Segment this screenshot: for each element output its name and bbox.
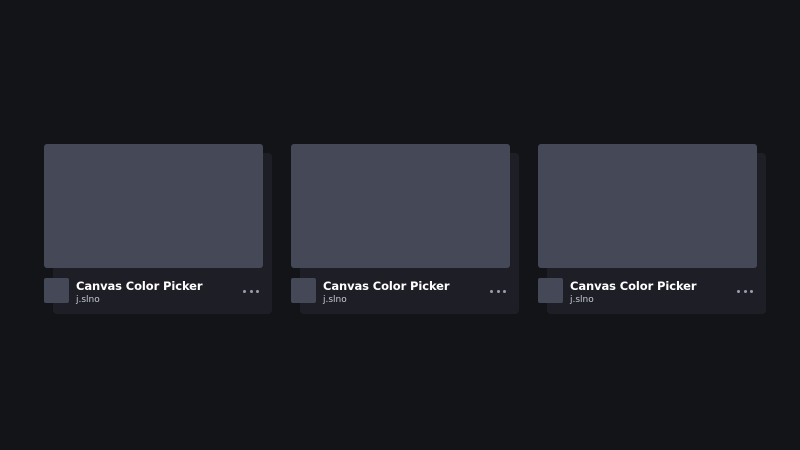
avatar[interactable] <box>291 278 316 303</box>
pen-preview[interactable] <box>291 144 510 268</box>
pen-title[interactable]: Canvas Color Picker <box>76 279 203 293</box>
more-dots-icon[interactable] <box>737 285 753 297</box>
pen-meta: Canvas Color Picker j.slno <box>44 278 263 308</box>
more-dots-icon[interactable] <box>490 285 506 297</box>
pen-meta: Canvas Color Picker j.slno <box>538 278 757 308</box>
pen-meta: Canvas Color Picker j.slno <box>291 278 510 308</box>
pen-card: Canvas Color Picker j.slno <box>44 144 272 316</box>
pen-author[interactable]: j.slno <box>323 295 347 305</box>
pen-title[interactable]: Canvas Color Picker <box>570 279 697 293</box>
pen-title[interactable]: Canvas Color Picker <box>323 279 450 293</box>
pen-author[interactable]: j.slno <box>570 295 594 305</box>
avatar[interactable] <box>44 278 69 303</box>
pen-preview[interactable] <box>538 144 757 268</box>
pen-card: Canvas Color Picker j.slno <box>538 144 766 316</box>
pen-card: Canvas Color Picker j.slno <box>291 144 519 316</box>
pen-preview[interactable] <box>44 144 263 268</box>
avatar[interactable] <box>538 278 563 303</box>
more-dots-icon[interactable] <box>243 285 259 297</box>
pen-grid: Canvas Color Picker j.slno Canvas Color … <box>44 144 766 316</box>
pen-author[interactable]: j.slno <box>76 295 100 305</box>
